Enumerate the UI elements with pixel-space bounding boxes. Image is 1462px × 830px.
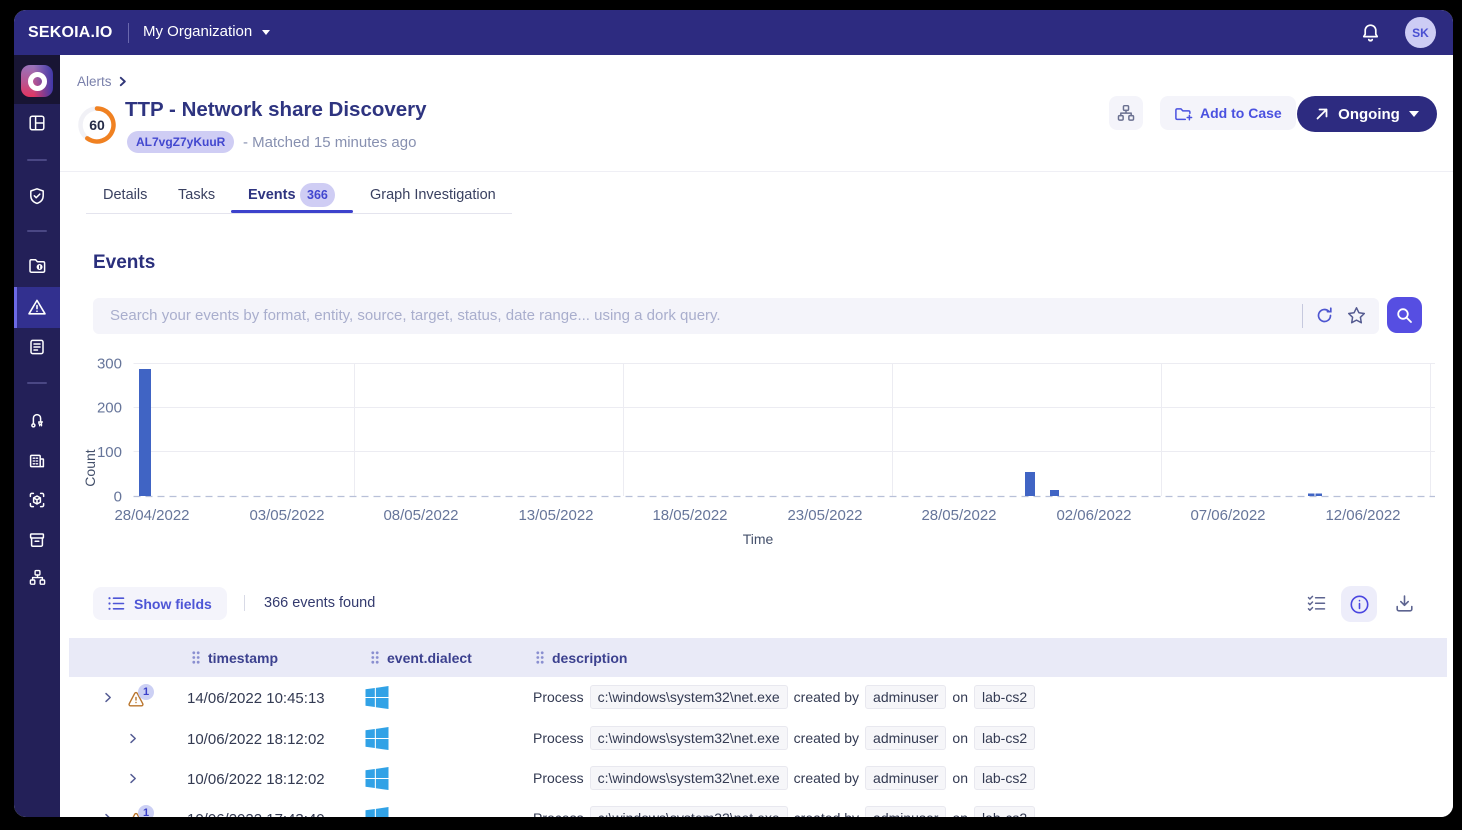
svg-text:300: 300 bbox=[97, 356, 122, 373]
svg-text:23/05/2022: 23/05/2022 bbox=[787, 507, 862, 524]
svg-text:03/05/2022: 03/05/2022 bbox=[249, 507, 324, 524]
svg-text:0: 0 bbox=[114, 489, 122, 506]
svg-text:02/06/2022: 02/06/2022 bbox=[1056, 507, 1131, 524]
svg-text:07/06/2022: 07/06/2022 bbox=[1190, 507, 1265, 524]
svg-text:18/05/2022: 18/05/2022 bbox=[652, 507, 727, 524]
svg-text:08/05/2022: 08/05/2022 bbox=[383, 507, 458, 524]
svg-text:28/05/2022: 28/05/2022 bbox=[921, 507, 996, 524]
svg-text:Time: Time bbox=[743, 531, 774, 547]
svg-text:100: 100 bbox=[97, 444, 122, 461]
svg-text:13/05/2022: 13/05/2022 bbox=[518, 507, 593, 524]
svg-text:12/06/2022: 12/06/2022 bbox=[1325, 507, 1400, 524]
svg-text:28/04/2022: 28/04/2022 bbox=[114, 507, 189, 524]
svg-text:200: 200 bbox=[97, 400, 122, 417]
svg-text:Count: Count bbox=[82, 449, 98, 486]
